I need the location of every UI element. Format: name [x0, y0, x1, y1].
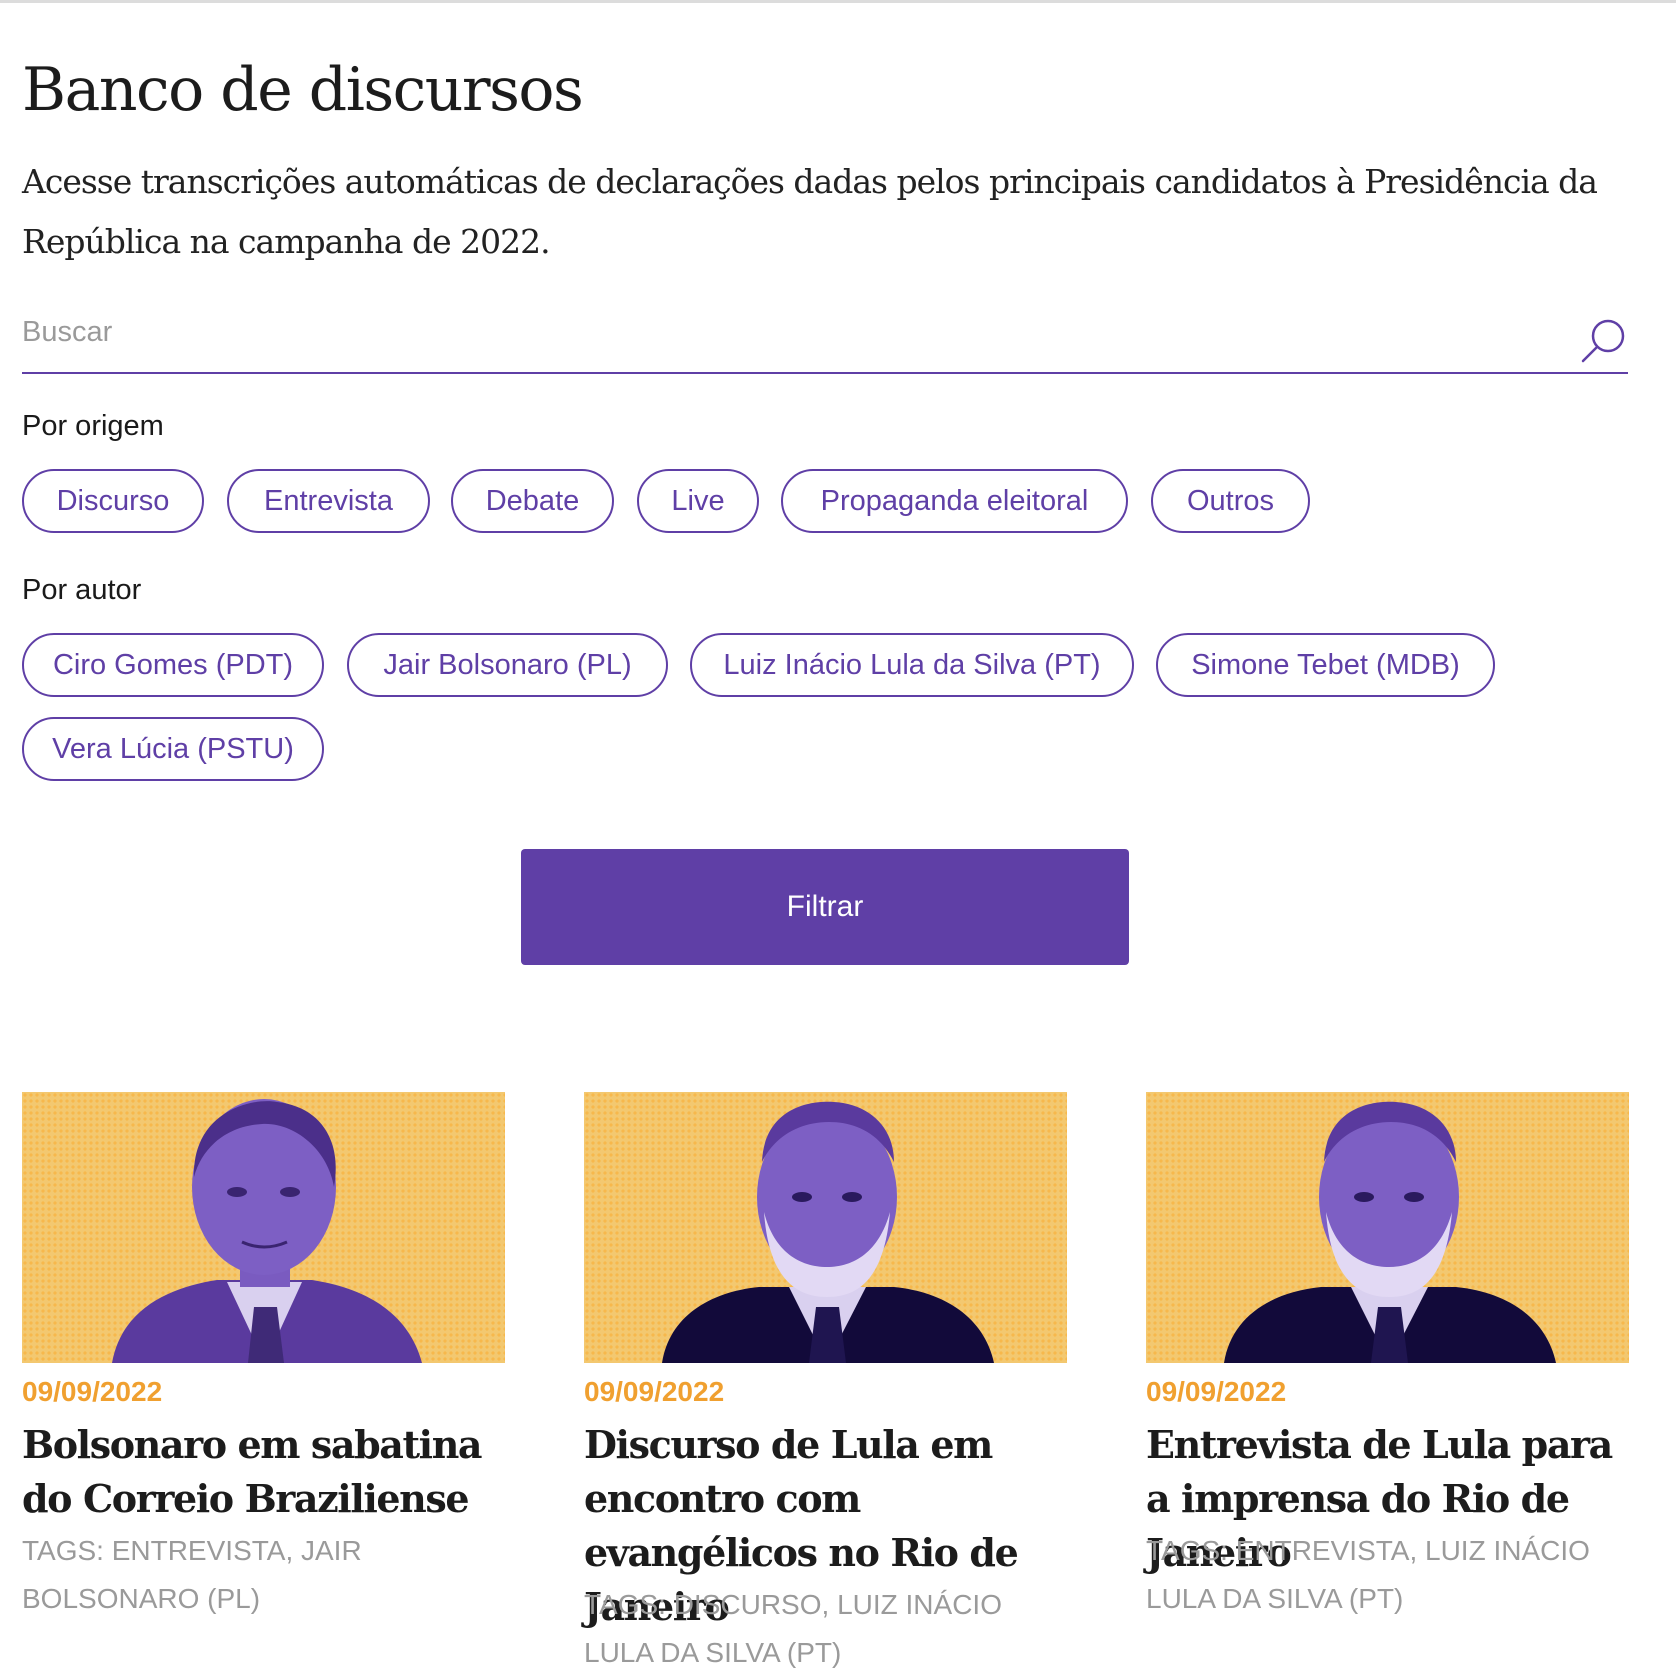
chip-jair-bolsonaro[interactable]: Jair Bolsonaro (PL) [347, 633, 668, 697]
author-filter-label: Por autor [22, 574, 142, 606]
card-tags: TAGS: DISCURSO, LUIZ INÁCIO LULA DA SILV… [584, 1589, 1002, 1668]
chip-discurso[interactable]: Discurso [22, 469, 204, 533]
bolsonaro-portrait [112, 1099, 422, 1363]
page-title: Banco de discursos [22, 55, 584, 125]
search-icon[interactable] [1580, 318, 1628, 364]
chip-outros[interactable]: Outros [1151, 469, 1310, 533]
card-image[interactable] [1146, 1092, 1629, 1363]
card-tags: TAGS: ENTREVISTA, JAIR BOLSONARO (PL) [22, 1535, 362, 1614]
origin-filter-label: Por origem [22, 410, 164, 442]
page-subtitle: Acesse transcrições automáticas de decla… [22, 162, 1598, 261]
chip-vera-lucia[interactable]: Vera Lúcia (PSTU) [22, 717, 324, 781]
search-bar [22, 300, 1628, 374]
lula-portrait [662, 1101, 994, 1363]
chip-simone-tebet[interactable]: Simone Tebet (MDB) [1156, 633, 1495, 697]
speech-card[interactable]: 09/09/2022 Entrevista de Lula para a imp… [1146, 1092, 1629, 1614]
card-image[interactable] [22, 1092, 505, 1363]
chip-propaganda-eleitoral[interactable]: Propaganda eleitoral [781, 469, 1128, 533]
card-tags: TAGS: ENTREVISTA, LUIZ INÁCIO LULA DA SI… [1146, 1535, 1590, 1614]
search-input[interactable] [22, 310, 1542, 354]
chip-debate[interactable]: Debate [451, 469, 614, 533]
chip-live[interactable]: Live [637, 469, 759, 533]
top-border [0, 0, 1676, 3]
lula-portrait [1224, 1101, 1556, 1363]
chip-lula[interactable]: Luiz Inácio Lula da Silva (PT) [690, 633, 1134, 697]
card-date: 09/09/2022 [1146, 1376, 1287, 1407]
card-date: 09/09/2022 [22, 1376, 163, 1407]
speech-card[interactable]: 09/09/2022 Discurso de Lula em encontro … [584, 1092, 1067, 1668]
chip-ciro-gomes[interactable]: Ciro Gomes (PDT) [22, 633, 324, 697]
card-title[interactable]: Bolsonaro em sabatina do Correio Brazili… [22, 1418, 505, 1526]
filter-button[interactable]: Filtrar [521, 849, 1129, 965]
speech-card[interactable]: 09/09/2022 Bolsonaro em sabatina do Corr… [22, 1092, 505, 1614]
chip-entrevista[interactable]: Entrevista [227, 469, 430, 533]
card-image[interactable] [584, 1092, 1067, 1363]
card-date: 09/09/2022 [584, 1376, 725, 1407]
